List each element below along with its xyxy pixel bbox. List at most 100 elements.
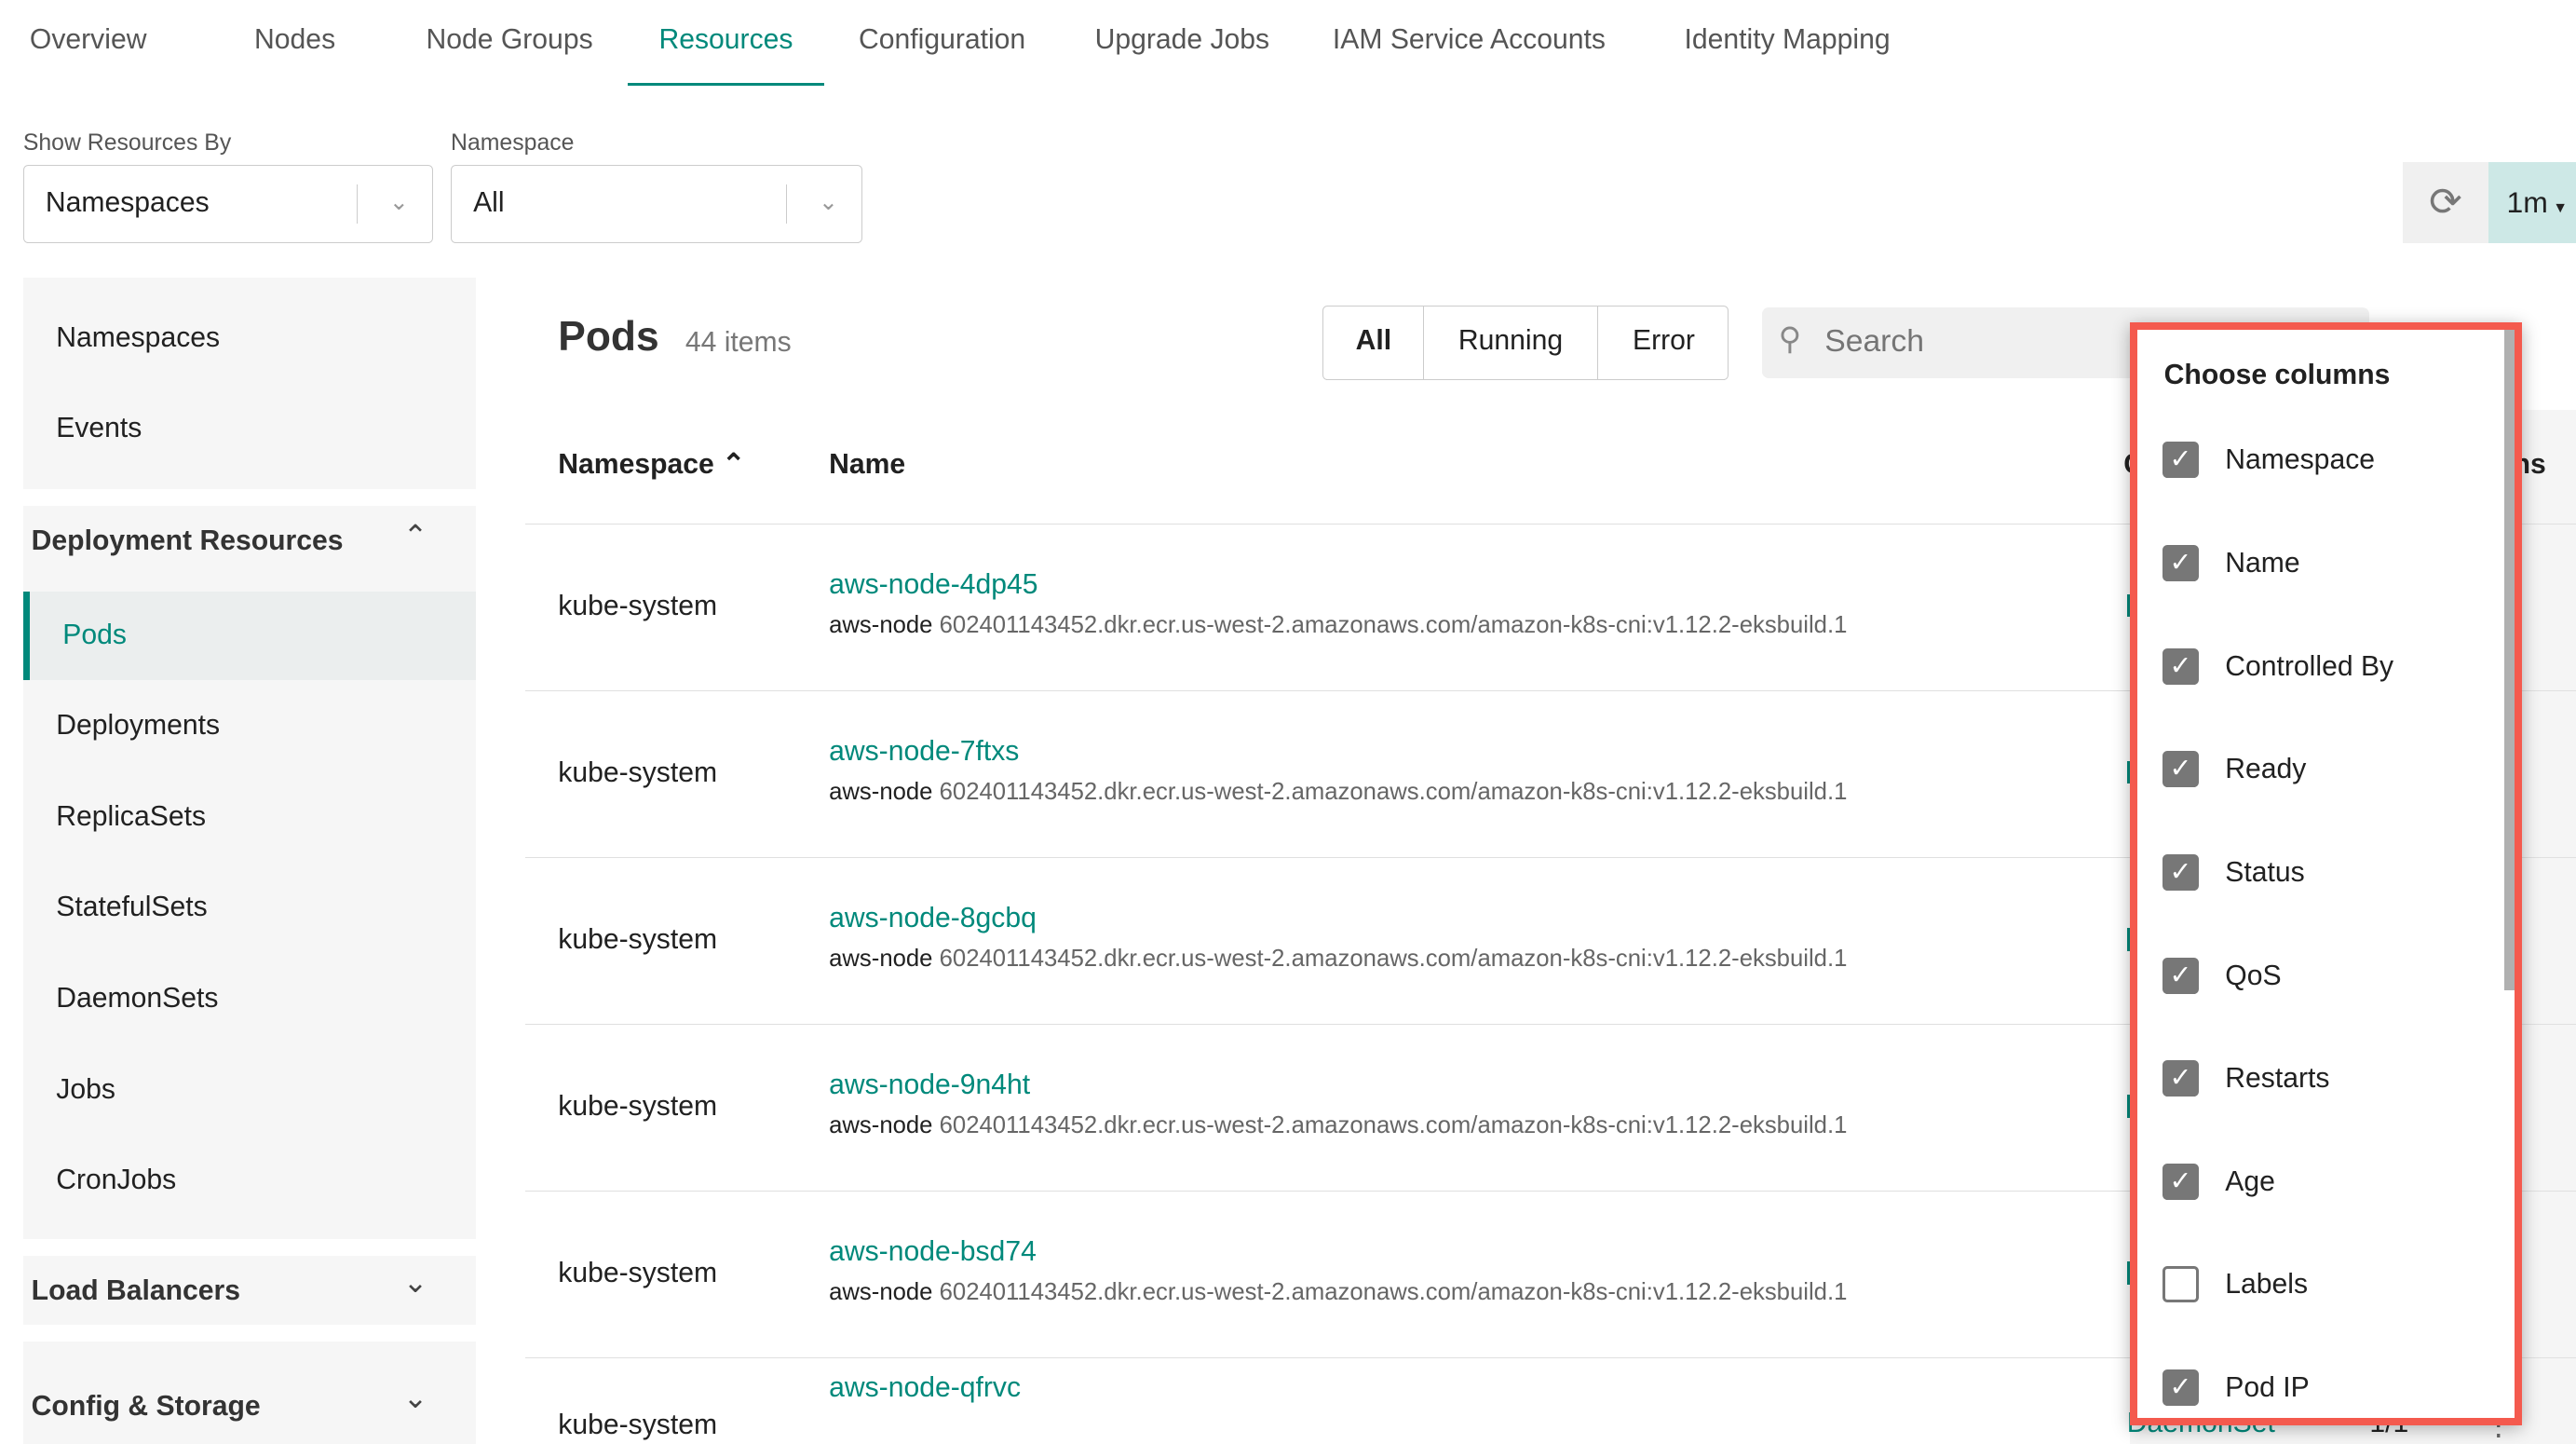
container-name: aws-node: [829, 1112, 933, 1139]
tab-nodes[interactable]: Nodes: [254, 0, 335, 86]
refresh-interval: 1m: [2506, 184, 2548, 219]
namespace-select[interactable]: All ⌄: [451, 165, 862, 243]
chevron-down-icon: ⌄: [402, 1265, 428, 1300]
checkbox-checked-icon[interactable]: ✓: [2162, 544, 2199, 581]
column-header-namespace[interactable]: Namespace ⌃: [558, 449, 745, 482]
choose-columns-popup: Choose columns ✓ Namespace ✓ Name ✓ Controlle…: [2130, 321, 2522, 1426]
sidebar-item-pods[interactable]: Pods: [22, 591, 476, 681]
tab-overview[interactable]: Overview: [30, 0, 147, 86]
column-option-label: Pod IP: [2225, 1372, 2310, 1404]
select-divider: [356, 184, 358, 225]
tab-identity-mapping[interactable]: Identity Mapping: [1685, 0, 1891, 86]
column-option-label: QoS: [2225, 960, 2282, 991]
resources-page: Overview Nodes Node Groups Resources Configu…: [0, 0, 2576, 1444]
sidebar-item-daemonsets[interactable]: DaemonSets: [56, 983, 218, 1015]
popup-title: Choose columns: [2163, 359, 2391, 390]
refresh-icon: ⟳: [2429, 179, 2462, 225]
checkbox-checked-icon[interactable]: ✓: [2162, 1163, 2199, 1200]
sidebar-config-storage[interactable]: Config & Storage ⌄: [22, 1341, 476, 1444]
image-path: 602401143452.dkr.ecr.us-west-2.amazonaws…: [939, 612, 1848, 639]
checkbox-unchecked-icon[interactable]: [2162, 1266, 2199, 1303]
container-name: aws-node: [829, 612, 933, 639]
page-title: Pods: [558, 313, 659, 360]
image-path: 602401143452.dkr.ecr.us-west-2.amazonaws…: [939, 946, 1848, 973]
pod-name-link[interactable]: aws-node-bsd74: [829, 1236, 1037, 1269]
header-label: Namespace: [558, 449, 714, 481]
container-name: aws-node: [829, 1279, 933, 1306]
namespace-cell: kube-system: [558, 590, 718, 621]
container-image: aws-node 602401143452.dkr.ecr.us-west-2.…: [829, 779, 1847, 807]
namespace-cell: kube-system: [558, 924, 718, 956]
tab-node-groups[interactable]: Node Groups: [426, 0, 592, 86]
column-option-label: Name: [2225, 547, 2300, 579]
image-path: 602401143452.dkr.ecr.us-west-2.amazonaws…: [939, 1112, 1848, 1139]
container-image: aws-node 602401143452.dkr.ecr.us-west-2.…: [829, 1112, 1847, 1140]
tab-resources[interactable]: Resources: [627, 0, 825, 87]
deployment-resources-header[interactable]: Deployment Resources: [32, 525, 344, 558]
namespace-cell: kube-system: [558, 1091, 718, 1123]
pod-name-link[interactable]: aws-node-7ftxs: [829, 736, 1019, 769]
sidebar-item-namespaces[interactable]: Namespaces: [56, 322, 220, 355]
sidebar-item-jobs[interactable]: Jobs: [56, 1074, 115, 1107]
sidebar-load-balancers[interactable]: Load Balancers ⌄: [22, 1255, 476, 1326]
column-option-label: Age: [2225, 1165, 2275, 1197]
refresh-interval-button[interactable]: 1m ▼: [2488, 161, 2576, 243]
show-by-select[interactable]: Namespaces ⌄: [22, 165, 433, 243]
pod-name-link[interactable]: aws-node-9n4ht: [829, 1069, 1030, 1102]
pod-name-link[interactable]: aws-node-8gcbq: [829, 903, 1037, 935]
sidebar-deployment-resources: Deployment Resources ⌃ Pods Deployments R…: [22, 505, 476, 1239]
sidebar-item-statefulsets[interactable]: StatefulSets: [56, 892, 207, 924]
tab-upgrade-jobs[interactable]: Upgrade Jobs: [1095, 0, 1270, 86]
chevron-down-icon: ⌄: [388, 190, 409, 216]
show-by-value: Namespaces: [45, 187, 210, 219]
checkbox-checked-icon[interactable]: ✓: [2162, 647, 2199, 685]
column-option-label: Controlled By: [2225, 650, 2394, 682]
tab-configuration[interactable]: Configuration: [859, 0, 1025, 86]
tab-iam-service-accounts[interactable]: IAM Service Accounts: [1333, 0, 1606, 86]
container-image: aws-node 602401143452.dkr.ecr.us-west-2.…: [829, 946, 1847, 974]
column-option-label: Labels: [2225, 1269, 2309, 1301]
sidebar-item-replicasets[interactable]: ReplicaSets: [56, 801, 206, 834]
container-image: aws-node 602401143452.dkr.ecr.us-west-2.…: [829, 1279, 1847, 1307]
refresh-button[interactable]: ⟳: [2402, 161, 2489, 243]
filter-running-button[interactable]: Running: [1424, 307, 1598, 379]
filter-error-button[interactable]: Error: [1598, 307, 1729, 379]
pod-name-link[interactable]: aws-node-4dp45: [829, 569, 1037, 602]
image-path: 602401143452.dkr.ecr.us-west-2.amazonaws…: [939, 1279, 1848, 1306]
sidebar-item-cronjobs[interactable]: CronJobs: [56, 1165, 176, 1197]
checkbox-checked-icon[interactable]: ✓: [2162, 1369, 2199, 1407]
checkbox-checked-icon[interactable]: ✓: [2162, 853, 2199, 891]
chevron-down-icon: ⌄: [402, 1381, 428, 1415]
sidebar-top: Namespaces Events: [22, 277, 476, 489]
image-path: 602401143452.dkr.ecr.us-west-2.amazonaws…: [939, 779, 1848, 806]
caret-down-icon: ▼: [2553, 199, 2568, 216]
load-balancers-header: Load Balancers: [31, 1274, 241, 1306]
column-option-label: Restarts: [2225, 1063, 2330, 1095]
chevron-up-icon[interactable]: ⌃: [403, 519, 428, 553]
show-by-label: Show Resources By: [22, 130, 232, 157]
filter-all-button[interactable]: All: [1323, 307, 1425, 379]
column-option-label: Status: [2225, 856, 2305, 888]
chevron-down-icon: ⌄: [818, 190, 838, 216]
namespace-label: Namespace: [451, 130, 575, 157]
pod-name-link[interactable]: aws-node-qfrvc: [829, 1372, 1021, 1405]
sidebar-item-events[interactable]: Events: [56, 413, 142, 445]
container-name: aws-node: [829, 946, 933, 973]
column-option-label: Namespace: [2225, 444, 2376, 476]
sort-ascending-icon: ⌃: [722, 449, 746, 481]
namespace-cell: kube-system: [558, 757, 718, 789]
checkbox-checked-icon[interactable]: ✓: [2162, 751, 2199, 788]
sidebar-item-deployments[interactable]: Deployments: [56, 710, 220, 742]
search-input[interactable]: [1824, 320, 2155, 364]
sidebar-item-label: Pods: [62, 619, 127, 650]
column-option-label: Ready: [2225, 754, 2307, 785]
select-divider: [785, 184, 787, 225]
scrollbar[interactable]: [2503, 329, 2515, 990]
checkbox-checked-icon[interactable]: ✓: [2162, 957, 2199, 994]
column-header-name[interactable]: Name: [829, 449, 905, 482]
container-image: aws-node 602401143452.dkr.ecr.us-west-2.…: [829, 612, 1847, 640]
checkbox-checked-icon[interactable]: ✓: [2162, 442, 2199, 479]
checkbox-checked-icon[interactable]: ✓: [2162, 1060, 2199, 1097]
status-filter-group: All Running Error: [1322, 306, 1729, 380]
search-icon: ⚲: [1778, 321, 1802, 357]
